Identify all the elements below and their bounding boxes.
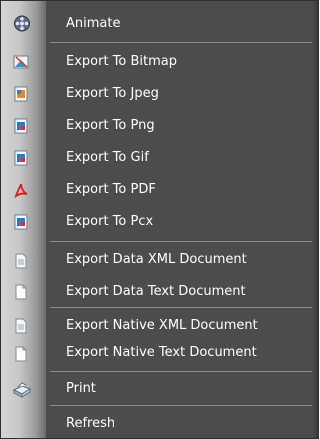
menu-item-label: Export Native XML Document xyxy=(66,318,258,333)
xml-document-icon xyxy=(13,253,29,269)
menu-item-label: Export To Pcx xyxy=(66,214,154,229)
film-reel-icon xyxy=(12,15,32,32)
menu-item-label: Refresh xyxy=(66,416,116,431)
menu-item-label: Export To Jpeg xyxy=(66,86,159,101)
menu-item-export-pdf[interactable]: Export To PDF xyxy=(1,175,311,205)
menu-item-label: Export To Gif xyxy=(66,150,149,165)
png-image-icon xyxy=(13,118,29,134)
menu-item-label: Export To Bitmap xyxy=(66,54,178,69)
context-menu: Animate Export To Bitmap Export To Jpeg xyxy=(0,0,319,439)
menu-item-label: Export Data XML Document xyxy=(66,252,247,267)
separator xyxy=(50,307,312,308)
menu-item-print[interactable]: Print xyxy=(1,375,311,405)
menu-item-export-data-text[interactable]: Export Data Text Document xyxy=(1,277,311,307)
separator xyxy=(50,371,312,372)
printer-icon xyxy=(12,382,32,398)
menu-item-label: Animate xyxy=(66,16,121,31)
menu-edge xyxy=(312,1,318,438)
xml-document-icon xyxy=(13,318,29,334)
menu-item-export-pcx[interactable]: Export To Pcx xyxy=(1,207,311,237)
separator xyxy=(50,241,312,242)
menu-item-export-data-xml[interactable]: Export Data XML Document xyxy=(1,245,311,275)
menu-item-export-native-xml[interactable]: Export Native XML Document xyxy=(1,311,311,341)
pcx-image-icon xyxy=(13,214,29,230)
menu-item-export-png[interactable]: Export To Png xyxy=(1,111,311,141)
jpeg-image-icon xyxy=(13,86,29,102)
menu-item-export-native-text[interactable]: Export Native Text Document xyxy=(1,339,311,369)
gif-image-icon xyxy=(13,150,29,166)
menu-item-export-bitmap[interactable]: Export To Bitmap xyxy=(1,47,311,77)
menu-item-refresh[interactable]: Refresh xyxy=(1,409,311,439)
text-document-icon xyxy=(13,346,29,362)
text-document-icon xyxy=(13,284,29,300)
menu-item-animate[interactable]: Animate xyxy=(1,9,311,37)
separator xyxy=(50,405,312,406)
separator xyxy=(50,42,312,43)
menu-item-export-gif[interactable]: Export To Gif xyxy=(1,143,311,173)
menu-item-label: Print xyxy=(66,381,96,396)
menu-item-label: Export Native Text Document xyxy=(66,345,257,360)
menu-item-export-jpeg[interactable]: Export To Jpeg xyxy=(1,79,311,109)
menu-item-label: Export To PDF xyxy=(66,182,156,197)
pdf-icon xyxy=(13,182,29,199)
menu-item-label: Export Data Text Document xyxy=(66,284,246,299)
bitmap-image-icon xyxy=(13,54,29,70)
menu-item-label: Export To Png xyxy=(66,118,155,133)
